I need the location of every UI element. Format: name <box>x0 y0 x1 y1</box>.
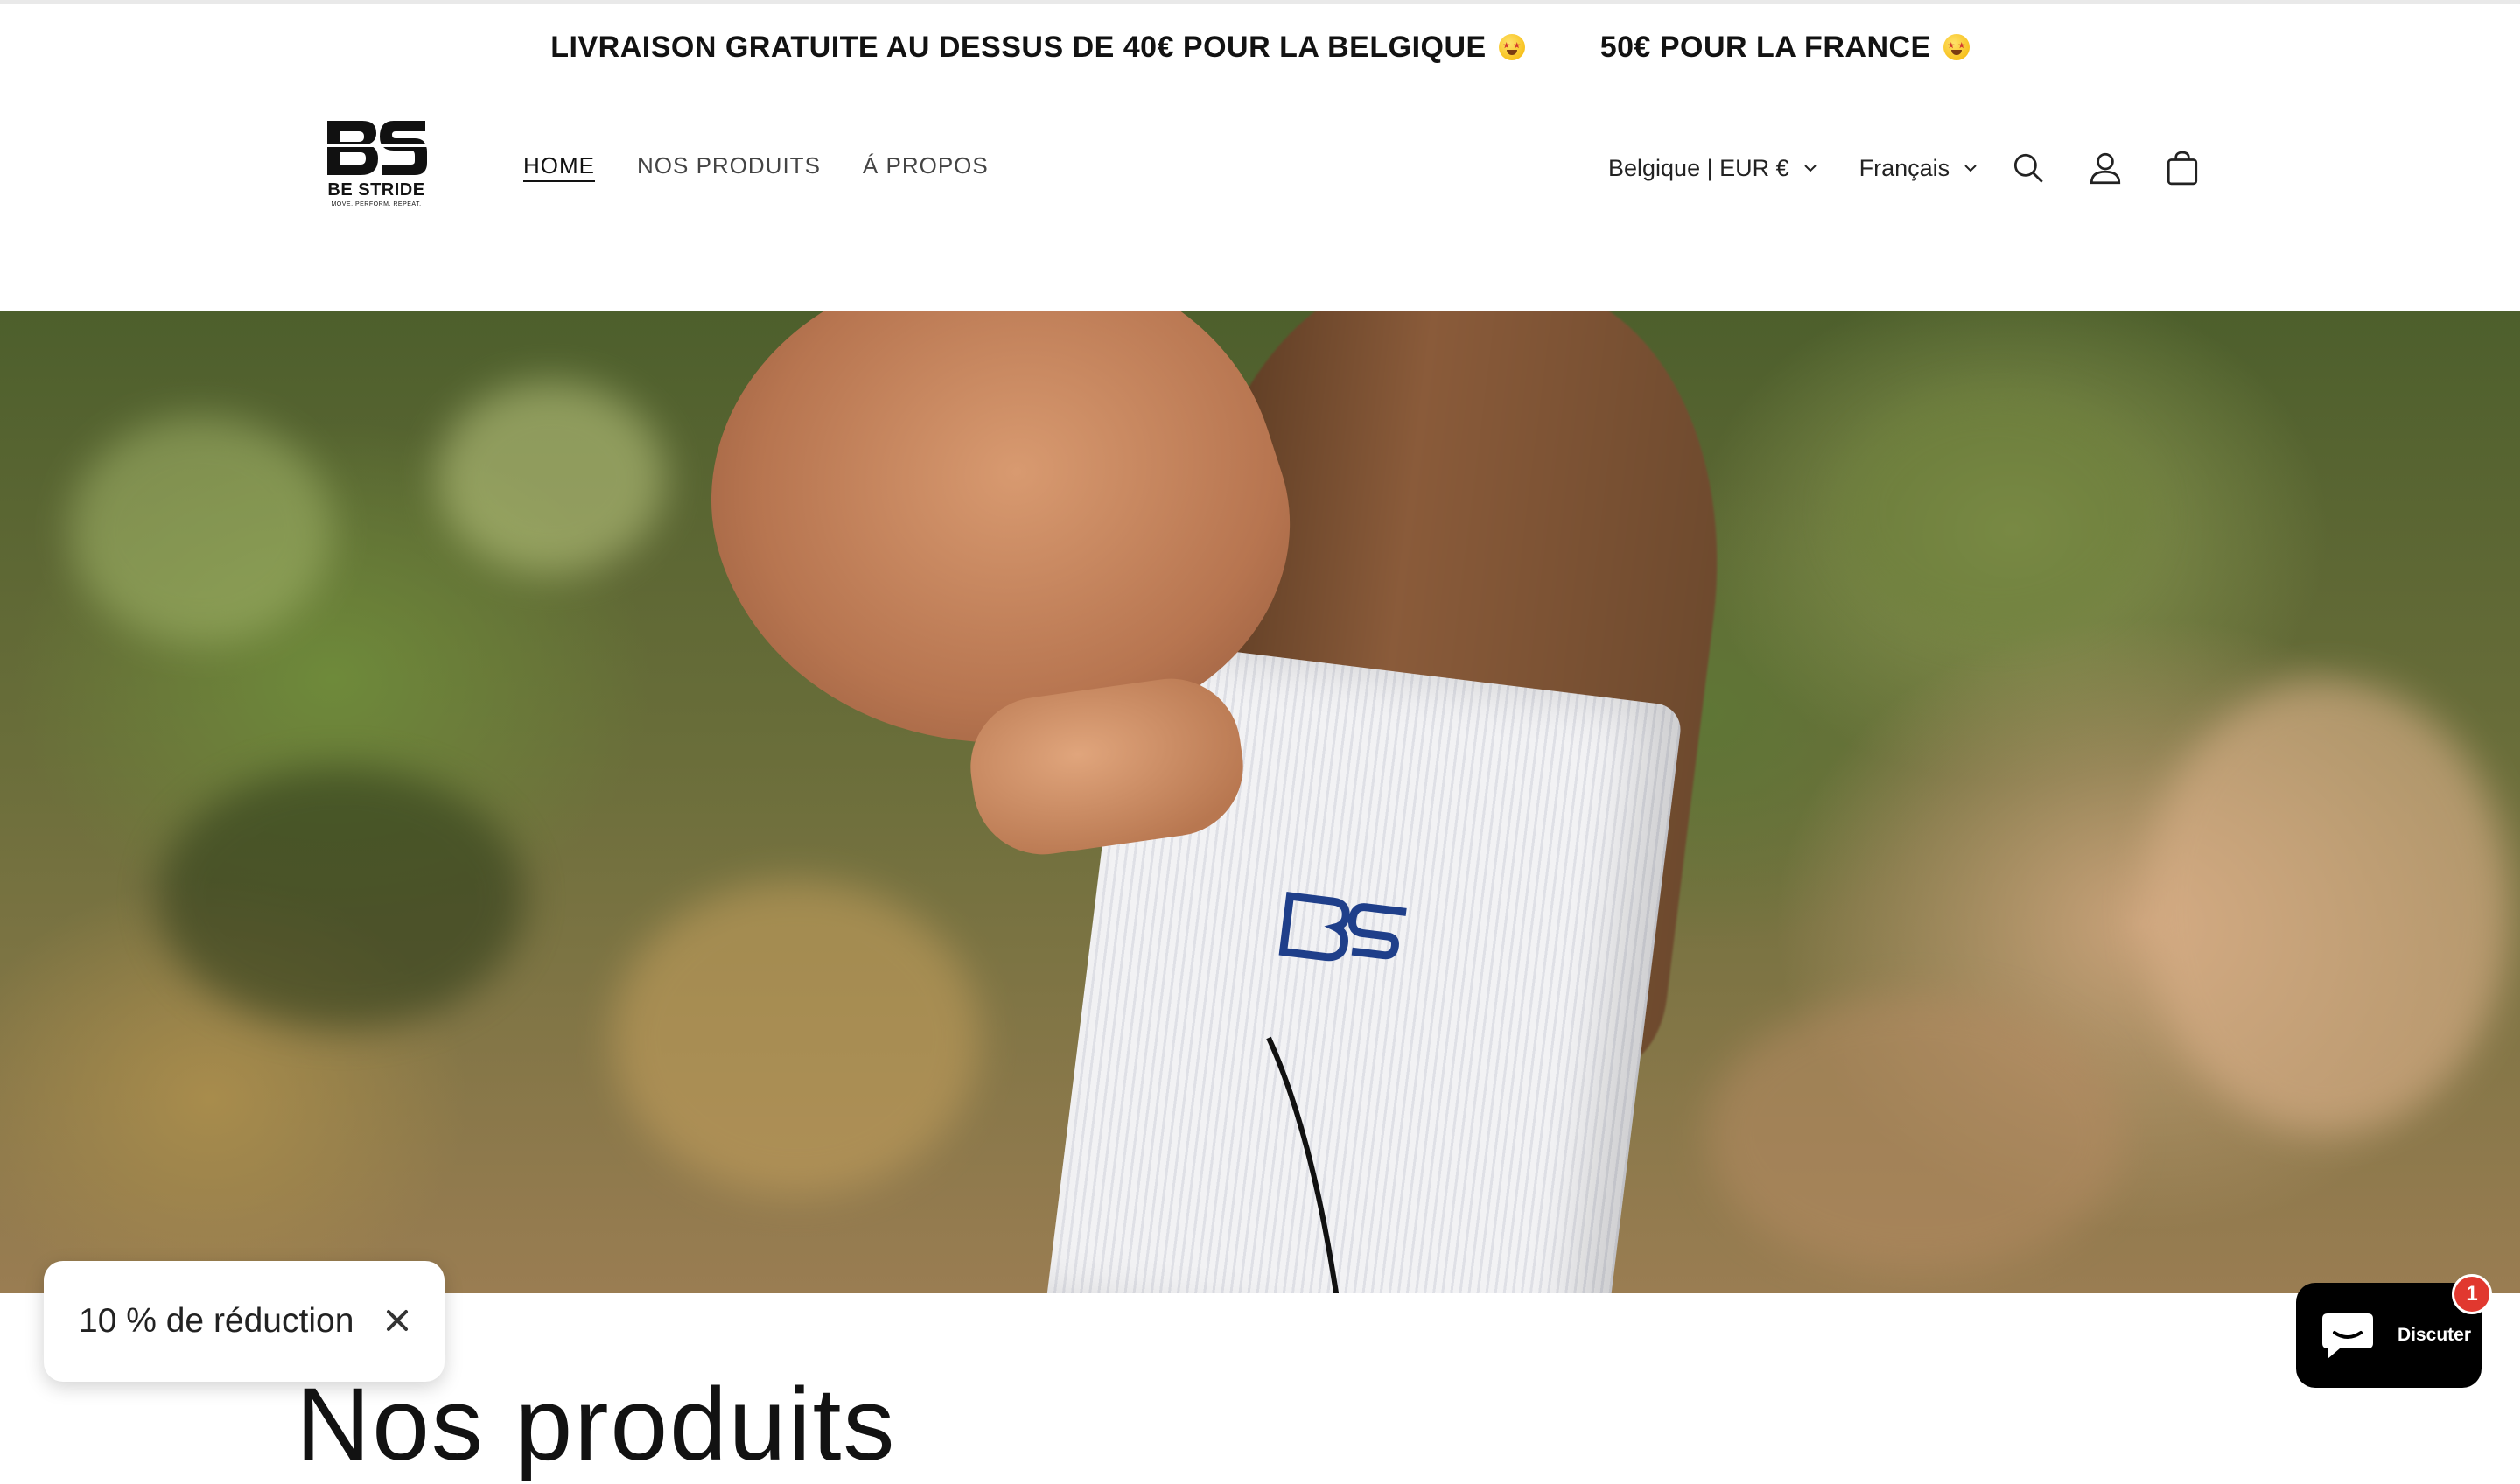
announcement-text-1: LIVRAISON GRATUITE AU DESSUS DE 40€ POUR… <box>550 30 1487 64</box>
foliage-blur <box>158 766 525 1029</box>
foliage-blur <box>70 416 332 644</box>
chat-widget-button[interactable]: Discuter 1 <box>2296 1274 2492 1388</box>
bs-logo-mark-icon <box>324 121 429 175</box>
section-title-nos-produits: Nos produits <box>296 1367 897 1482</box>
chat-widget-label: Discuter <box>2398 1325 2472 1345</box>
chevron-down-icon <box>1964 164 1977 172</box>
site-header: BE STRIDE MOVE. PERFORM. REPEAT. HOME NO… <box>0 91 2520 312</box>
main-nav: HOME NOS PRODUITS Á PROPOS <box>523 152 989 179</box>
rock-blur <box>2144 679 2511 1134</box>
cart-icon <box>2167 150 2198 186</box>
discount-popup-label: 10 % de réduction <box>79 1302 354 1340</box>
nav-item-a-propos[interactable]: Á PROPOS <box>863 152 989 179</box>
search-button[interactable] <box>1990 142 2067 194</box>
search-icon <box>2014 153 2043 183</box>
language-selector-label: Français <box>1858 154 1950 181</box>
star-struck-emoji-icon <box>1498 34 1525 60</box>
close-icon[interactable] <box>380 1303 415 1338</box>
account-icon <box>2090 152 2121 185</box>
discount-popup[interactable]: 10 % de réduction <box>44 1261 444 1382</box>
chat-bubble-icon <box>2322 1313 2373 1359</box>
header-utilities: Belgique | EUR € Français <box>1608 142 2221 194</box>
hero-banner-image <box>0 312 2520 1293</box>
country-selector-label: Belgique | EUR € <box>1608 154 1789 181</box>
foliage-blur <box>438 382 665 574</box>
announcement-bar: LIVRAISON GRATUITE AU DESSUS DE 40€ POUR… <box>0 4 2520 91</box>
be-stride-logo[interactable]: BE STRIDE MOVE. PERFORM. REPEAT. <box>320 117 432 214</box>
chevron-down-icon <box>1803 164 1816 172</box>
announcement-message-france: 50€ POUR LA FRANCE <box>1600 31 1970 65</box>
star-struck-emoji-icon <box>1942 34 1970 60</box>
language-selector[interactable]: Français <box>1859 155 1980 182</box>
logo-tagline: MOVE. PERFORM. REPEAT. <box>331 201 422 207</box>
nav-item-nos-produits[interactable]: NOS PRODUITS <box>637 152 821 179</box>
announcement-text-2: 50€ POUR LA FRANCE <box>1600 30 1931 64</box>
foliage-blur <box>1838 390 2152 635</box>
cart-button[interactable] <box>2144 142 2221 194</box>
notification-badge: 1 <box>2452 1274 2492 1314</box>
logo-wordmark: BE STRIDE <box>327 180 425 200</box>
account-button[interactable] <box>2067 142 2144 194</box>
rock-blur <box>1706 994 2126 1274</box>
country-selector[interactable]: Belgique | EUR € <box>1608 155 1819 182</box>
nav-item-home[interactable]: HOME <box>523 152 595 179</box>
announcement-message-belgium: LIVRAISON GRATUITE AU DESSUS DE 40€ POUR… <box>550 30 1525 65</box>
pen-line-drawing <box>1266 1036 1339 1293</box>
foliage-blur <box>612 880 980 1195</box>
